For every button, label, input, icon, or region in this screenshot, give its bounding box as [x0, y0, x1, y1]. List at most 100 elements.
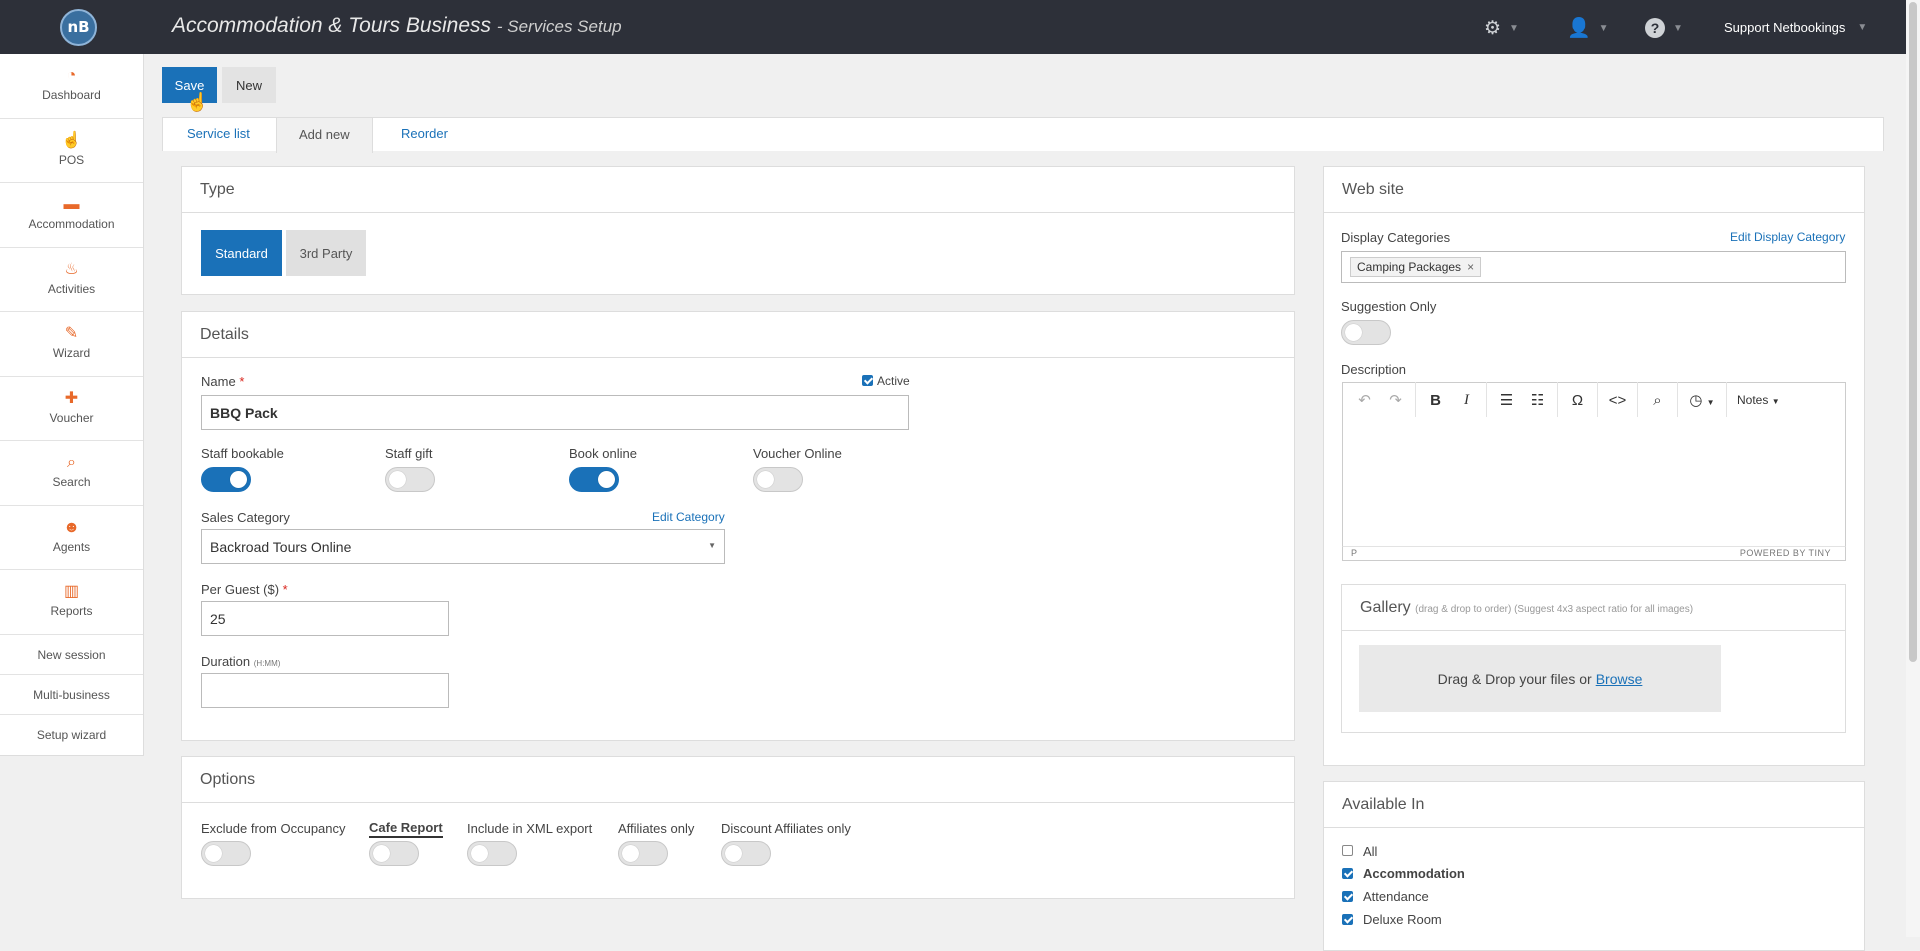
discount-affiliates-toggle[interactable] [721, 841, 771, 866]
chevron-down-icon: ▼ [1771, 397, 1780, 406]
duration-label: Duration (H:MM) [201, 654, 281, 669]
page-scrollbar[interactable] [1906, 0, 1920, 937]
tab-add-new[interactable]: Add new [276, 117, 373, 153]
sidebar-link-multi-business[interactable]: Multi-business [0, 675, 143, 715]
clock-icon[interactable]: ◷ ▼ [1682, 391, 1722, 409]
gift-icon: ✚ [64, 389, 79, 407]
gears-icon: ⚙ [1484, 17, 1502, 39]
chevron-down-icon: ▼ [1598, 22, 1609, 34]
tag-remove-icon[interactable]: × [1467, 260, 1474, 274]
type-standard-button[interactable]: Standard [201, 230, 282, 276]
sidebar-item-label: Activities [47, 281, 96, 296]
name-field[interactable]: BBQ Pack [201, 395, 909, 430]
find-icon[interactable]: ⌕ [1642, 392, 1673, 409]
sidebar-item-accommodation[interactable]: ▬ Accommodation [0, 183, 143, 248]
sidebar-link-new-session[interactable]: New session [0, 635, 143, 675]
tab-service-list[interactable]: Service list [187, 126, 250, 141]
per-guest-label: Per Guest ($) * [201, 582, 288, 597]
sidebar-item-dashboard[interactable]: ◔ Dashboard [0, 54, 143, 119]
magic-wand-icon: ✎ [64, 325, 79, 342]
toolbar-divider [1637, 382, 1638, 418]
activities-icon: ♨ [64, 260, 79, 278]
sidebar-link-setup-wizard[interactable]: Setup wizard [0, 715, 143, 755]
chevron-down-icon: ▼ [1857, 22, 1868, 33]
agent-icon: ☻ [63, 518, 80, 536]
edit-display-category-link[interactable]: Edit Display Category [1730, 230, 1845, 244]
sidebar-item-voucher[interactable]: ✚ Voucher [0, 377, 143, 441]
sidebar-item-label: Agents [52, 539, 91, 554]
toolbar-divider [1557, 382, 1558, 418]
sidebar-item-label: Dashboard [42, 88, 101, 102]
tab-reorder[interactable]: Reorder [401, 126, 448, 141]
code-icon[interactable]: <> [1602, 392, 1633, 409]
toolbar-divider [1415, 382, 1416, 418]
sidebar-item-label: Wizard [52, 346, 91, 360]
available-attendance-checkbox[interactable] [1342, 891, 1353, 902]
special-character-icon[interactable]: Ω [1562, 392, 1593, 409]
staff-gift-toggle[interactable] [385, 467, 435, 492]
available-accommodation-label: Accommodation [1363, 866, 1465, 881]
available-deluxe-room-checkbox[interactable] [1342, 914, 1353, 925]
edit-category-link[interactable]: Edit Category [652, 510, 725, 524]
suggestion-only-toggle[interactable] [1341, 320, 1391, 345]
book-online-toggle[interactable] [569, 467, 619, 492]
duration-field[interactable] [201, 673, 449, 708]
bold-icon[interactable]: B [1420, 392, 1451, 409]
sidebar-item-reports[interactable]: ▥ Reports [0, 570, 143, 635]
netbookings-logo[interactable]: nB [60, 9, 97, 46]
affiliates-only-toggle[interactable] [618, 841, 668, 866]
xml-export-label: Include in XML export [467, 821, 593, 836]
redo-icon[interactable]: ↷ [1380, 391, 1411, 409]
agent-menu[interactable]: 👤 ▼ [1567, 16, 1609, 40]
sidebar-item-search[interactable]: ⌕ Search [0, 441, 143, 506]
help-menu[interactable]: ? ▼ [1645, 16, 1683, 40]
available-accommodation-checkbox[interactable] [1342, 868, 1353, 879]
mouse-cursor-icon: ☝ [186, 92, 209, 112]
affiliates-only-label: Affiliates only [618, 821, 695, 836]
type-third-party-button[interactable]: 3rd Party [286, 230, 366, 276]
toolbar-divider [1597, 382, 1598, 418]
powered-by-tiny[interactable]: POWERED BY TINY [1740, 548, 1831, 558]
undo-icon[interactable]: ↶ [1349, 391, 1380, 409]
staff-bookable-toggle[interactable] [201, 467, 251, 492]
user-menu[interactable]: Support Netbookings ▼ [1724, 20, 1867, 35]
sidebar-item-label: Voucher [49, 410, 94, 425]
active-checkbox[interactable] [862, 375, 873, 386]
editor-path: P [1351, 548, 1358, 558]
toolbar-divider [1726, 382, 1727, 418]
sidebar-item-label: Accommodation [28, 217, 115, 231]
numbered-list-icon[interactable]: ☷ [1522, 391, 1553, 409]
gallery-dropzone[interactable]: Drag & Drop your files or Browse [1359, 645, 1721, 712]
sidebar-item-activities[interactable]: ♨ Activities [0, 248, 143, 312]
description-editor[interactable] [1342, 417, 1846, 547]
italic-icon[interactable]: I [1451, 392, 1482, 409]
sales-category-value: Backroad Tours Online [210, 538, 352, 555]
settings-menu[interactable]: ⚙ ▼ [1484, 16, 1519, 40]
sidebar-item-wizard[interactable]: ✎ Wizard [0, 312, 143, 377]
description-label: Description [1341, 362, 1407, 377]
bed-icon: ▬ [63, 196, 80, 213]
display-categories-field[interactable]: Camping Packages × [1341, 251, 1846, 283]
business-name: Accommodation & Tours Business [172, 14, 492, 37]
sidebar-item-agents[interactable]: ☻ Agents [0, 506, 143, 570]
toolbar-divider [1486, 382, 1487, 418]
voucher-online-toggle[interactable] [753, 467, 803, 492]
dropzone-text: Drag & Drop your files or [1437, 670, 1592, 687]
pointer-hand-icon: ☝ [61, 131, 82, 149]
sales-category-select[interactable]: Backroad Tours Online ▼ [201, 529, 725, 564]
per-guest-field[interactable]: 25 [201, 601, 449, 636]
bullet-list-icon[interactable]: ☰ [1491, 391, 1522, 409]
scrollbar-thumb[interactable] [1909, 2, 1917, 662]
browse-link[interactable]: Browse [1596, 671, 1643, 687]
dropdown-arrow-icon: ▼ [708, 541, 716, 550]
notes-menu[interactable]: Notes ▼ [1731, 393, 1780, 407]
exclude-occupancy-toggle[interactable] [201, 841, 251, 866]
xml-export-toggle[interactable] [467, 841, 517, 866]
active-label: Active [877, 374, 910, 388]
category-tag: Camping Packages × [1350, 257, 1482, 277]
cafe-report-toggle[interactable] [369, 841, 419, 866]
available-all-checkbox[interactable] [1342, 845, 1353, 856]
sidebar-item-pos[interactable]: ☝ POS [0, 119, 143, 183]
available-all-label: All [1363, 844, 1378, 859]
new-button[interactable]: New [222, 67, 276, 103]
